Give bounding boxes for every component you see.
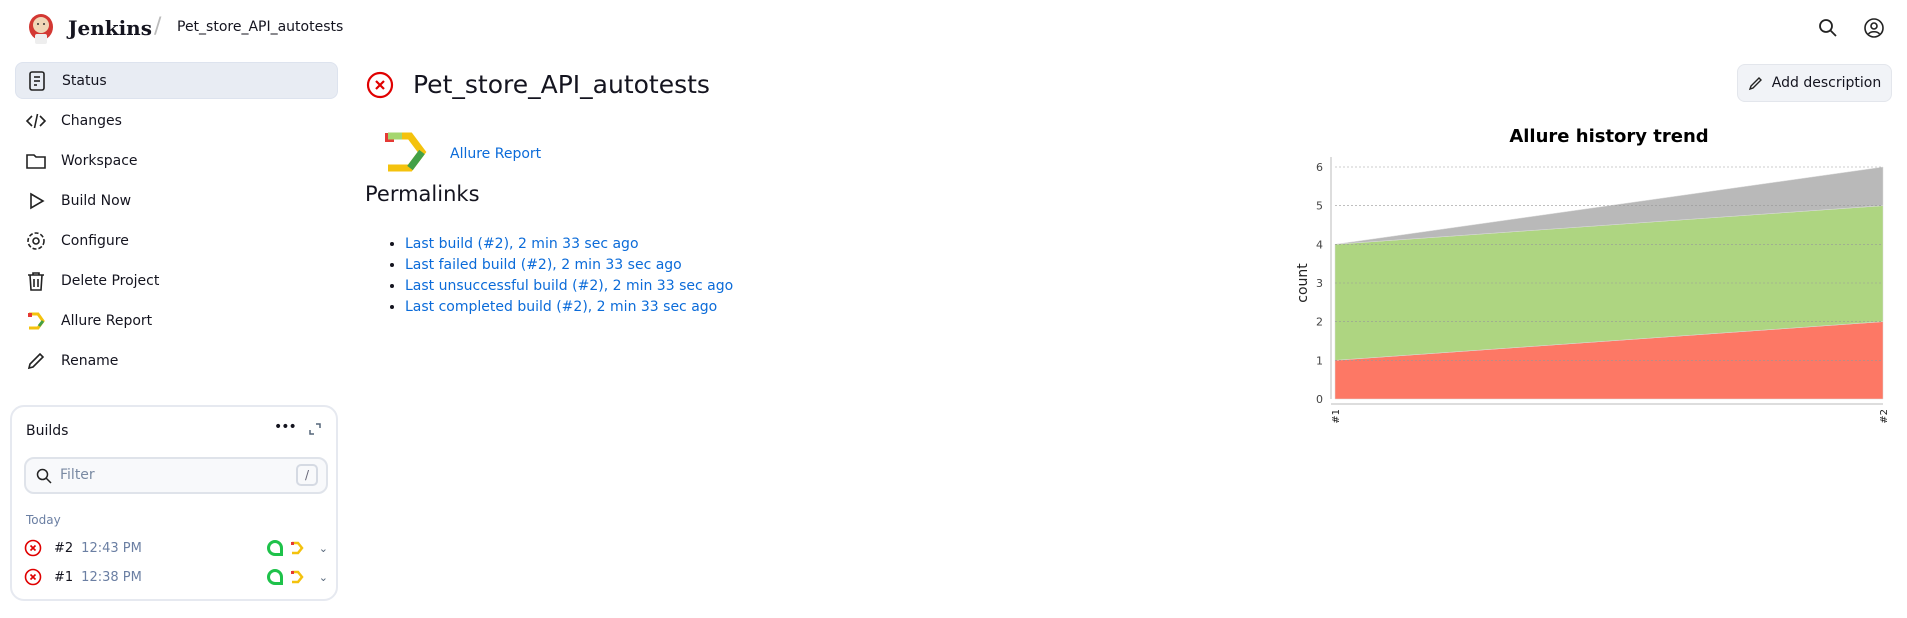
expand-icon[interactable] bbox=[308, 421, 322, 440]
build-row[interactable]: #2 12:43 PM ⌄ bbox=[24, 536, 328, 560]
failed-status-icon bbox=[24, 539, 42, 557]
jenkins-logo[interactable] bbox=[26, 12, 56, 46]
pencil-icon bbox=[27, 352, 45, 369]
sidebar-item-label: Allure Report bbox=[61, 312, 153, 329]
brand-name[interactable]: Jenkins bbox=[68, 16, 152, 40]
build-time: 12:43 PM bbox=[81, 540, 142, 556]
y-tick-label: 3 bbox=[1316, 277, 1323, 290]
build-number[interactable]: #1 bbox=[54, 570, 73, 585]
allure-icon[interactable] bbox=[289, 540, 305, 556]
more-icon[interactable]: ••• bbox=[274, 419, 297, 435]
allure-icon[interactable] bbox=[289, 569, 305, 585]
trash-icon bbox=[28, 271, 44, 291]
sidebar-item-label: Status bbox=[62, 72, 107, 89]
pencil-icon bbox=[1748, 77, 1762, 91]
sidebar-item-label: Rename bbox=[61, 352, 119, 369]
builds-panel: Builds ••• Filter / Today #2 12:43 PM ⌄ … bbox=[10, 405, 338, 601]
allure-icon bbox=[28, 312, 45, 329]
sidebar-item-label: Changes bbox=[61, 112, 122, 129]
filter-input[interactable]: Filter / bbox=[24, 457, 328, 494]
sidebar-item-configure[interactable]: Configure bbox=[15, 222, 338, 259]
sidebar-item-workspace[interactable]: Workspace bbox=[15, 142, 338, 179]
build-time: 12:38 PM bbox=[81, 569, 142, 585]
test-result-icon[interactable] bbox=[266, 540, 283, 556]
breadcrumb-project[interactable]: Pet_store_API_autotests bbox=[177, 19, 343, 35]
sidebar-item-label: Delete Project bbox=[61, 272, 160, 289]
shortcut-key: / bbox=[296, 464, 318, 486]
y-tick-label: 0 bbox=[1316, 393, 1323, 406]
search-icon bbox=[36, 468, 52, 484]
permalink-last-build[interactable]: Last build (#2), 2 min 33 sec ago bbox=[405, 236, 639, 252]
chart-title: Allure history trend bbox=[1509, 126, 1708, 147]
add-description-label: Add description bbox=[1771, 75, 1882, 91]
sidebar-item-label: Build Now bbox=[61, 192, 132, 209]
breadcrumb-separator: / bbox=[154, 14, 162, 39]
y-axis-label: count bbox=[1295, 263, 1311, 303]
sidebar-item-allure-report[interactable]: Allure Report bbox=[15, 302, 338, 339]
failed-status-icon bbox=[24, 568, 42, 586]
allure-logo[interactable] bbox=[383, 131, 429, 173]
y-tick-label: 1 bbox=[1316, 354, 1323, 367]
code-icon bbox=[25, 113, 47, 128]
build-number[interactable]: #2 bbox=[54, 541, 73, 556]
permalink-last-unsuccessful-build[interactable]: Last unsuccessful build (#2), 2 min 33 s… bbox=[405, 278, 733, 294]
x-tick-label: #2 bbox=[1879, 409, 1890, 424]
failed-status-icon bbox=[366, 71, 394, 99]
permalink-last-failed-build[interactable]: Last failed build (#2), 2 min 33 sec ago bbox=[405, 257, 682, 273]
sidebar-item-label: Workspace bbox=[61, 152, 138, 169]
gear-icon bbox=[27, 231, 45, 250]
build-row[interactable]: #1 12:38 PM ⌄ bbox=[24, 565, 328, 589]
folder-icon bbox=[26, 153, 46, 169]
chevron-down-icon[interactable]: ⌄ bbox=[319, 542, 328, 555]
list-item: Last build (#2), 2 min 33 sec ago bbox=[405, 234, 733, 255]
sidebar-item-delete-project[interactable]: Delete Project bbox=[15, 262, 338, 299]
list-item: Last completed build (#2), 2 min 33 sec … bbox=[405, 297, 733, 318]
filter-placeholder: Filter bbox=[60, 467, 95, 483]
user-icon[interactable] bbox=[1863, 17, 1885, 43]
sidebar-item-changes[interactable]: Changes bbox=[15, 102, 338, 139]
y-tick-label: 6 bbox=[1316, 161, 1323, 174]
allure-trend-chart[interactable]: Allure history trend 0 1 2 3 4 5 6 #1 #2 count bbox=[1280, 120, 1907, 430]
sidebar-item-status[interactable]: Status bbox=[15, 62, 338, 99]
permalinks-list: Last build (#2), 2 min 33 sec ago Last f… bbox=[387, 234, 733, 318]
y-tick-label: 2 bbox=[1316, 316, 1323, 329]
y-tick-label: 5 bbox=[1316, 200, 1323, 213]
page-title: Pet_store_API_autotests bbox=[413, 70, 710, 99]
add-description-button[interactable]: Add description bbox=[1737, 64, 1892, 102]
builds-title: Builds bbox=[26, 423, 69, 439]
permalinks-heading: Permalinks bbox=[365, 182, 480, 206]
sidebar-item-rename[interactable]: Rename bbox=[15, 342, 338, 379]
test-result-icon[interactable] bbox=[266, 569, 283, 585]
sidebar-item-build-now[interactable]: Build Now bbox=[15, 182, 338, 219]
permalink-last-completed-build[interactable]: Last completed build (#2), 2 min 33 sec … bbox=[405, 299, 717, 315]
x-tick-label: #1 bbox=[1331, 409, 1342, 424]
builds-group-today: Today bbox=[26, 513, 61, 527]
y-tick-label: 4 bbox=[1316, 238, 1323, 251]
search-icon[interactable] bbox=[1818, 18, 1838, 42]
sidebar-item-label: Configure bbox=[61, 232, 129, 249]
list-item: Last unsuccessful build (#2), 2 min 33 s… bbox=[405, 276, 733, 297]
list-item: Last failed build (#2), 2 min 33 sec ago bbox=[405, 255, 733, 276]
chevron-down-icon[interactable]: ⌄ bbox=[319, 571, 328, 584]
play-icon bbox=[30, 192, 45, 209]
document-icon bbox=[29, 70, 45, 91]
allure-report-link[interactable]: Allure Report bbox=[450, 146, 541, 162]
